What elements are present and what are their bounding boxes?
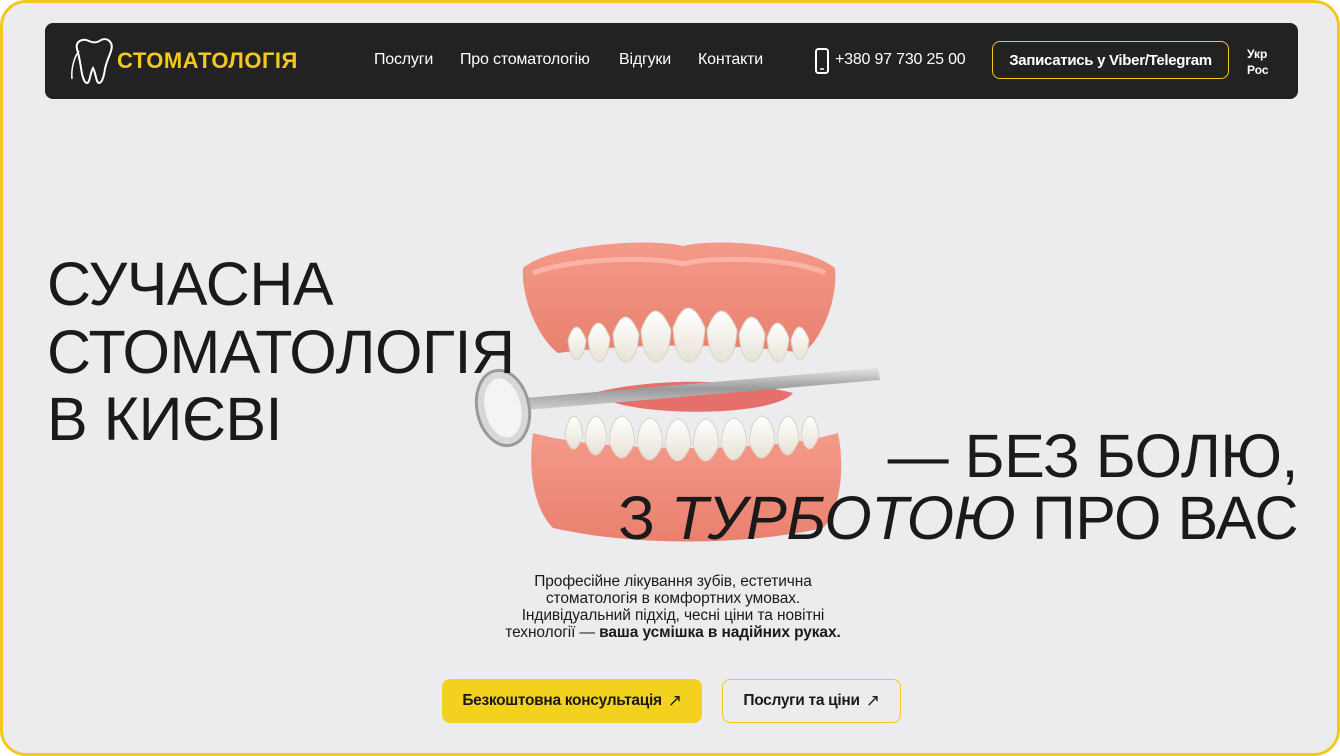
book-viber-telegram-button[interactable]: Записатись у Viber/Telegram <box>992 41 1229 79</box>
header-nav: СТОМАТОЛОГІЯ Послуги Про стоматологію Ві… <box>45 23 1298 99</box>
description-line: стоматологія в комфортних умовах. <box>545 590 801 608</box>
description-last-bold: ваша усмішка в надійних руках. <box>599 624 841 642</box>
arrow-up-right-icon: ↗ <box>667 691 682 710</box>
hero-title: СУЧАСНА СТОМАТОЛОГІЯ В КИЄВІ <box>47 250 515 454</box>
hero-subtitle-line-1: — БЕЗ БОЛЮ, <box>887 422 1299 490</box>
lang-ukr[interactable]: Укр <box>1247 47 1267 61</box>
logo-text[interactable]: СТОМАТОЛОГІЯ <box>117 48 298 74</box>
menu-item-reviews[interactable]: Відгуки <box>619 51 671 69</box>
arrow-up-right-icon: ↗ <box>865 691 880 710</box>
phone-link[interactable]: +380 97 730 25 00 <box>835 51 966 69</box>
phone-icon <box>815 48 829 79</box>
hero-title-line-1: СУЧАСНА <box>47 250 334 318</box>
page-frame: СТОМАТОЛОГІЯ Послуги Про стоматологію Ві… <box>0 0 1340 756</box>
hero-description: Професійне лікування зубів, естетична ст… <box>473 573 873 641</box>
subtitle-italic: ТУРБОТОЮ <box>670 484 1016 552</box>
description-line: Професійне лікування зубів, естетична <box>534 573 812 590</box>
menu-item-contacts[interactable]: Контакти <box>698 51 763 69</box>
description-line: технології — ваша усмішка в надійних рук… <box>473 624 873 641</box>
hero-subtitle-line-2: З ТУРБОТОЮ ПРО ВАС <box>618 484 1299 552</box>
subtitle-prefix: З <box>618 484 671 552</box>
menu-item-about[interactable]: Про стоматологію <box>460 51 590 69</box>
description-last-prefix: технології — <box>505 624 600 642</box>
hero-title-line-3: В КИЄВІ <box>47 385 282 454</box>
hero-title-line-2: СТОМАТОЛОГІЯ <box>47 317 515 386</box>
free-consultation-button[interactable]: Безкоштовна консультація ↗ <box>442 679 702 723</box>
services-prices-label: Послуги та ціни <box>743 692 860 709</box>
description-line: Індивідуальний підхід, чесні ціни та нов… <box>521 607 825 625</box>
menu-item-services[interactable]: Послуги <box>374 51 433 69</box>
services-prices-button[interactable]: Послуги та ціни ↗ <box>722 679 901 723</box>
subtitle-suffix: ПРО ВАС <box>1015 484 1299 552</box>
free-consultation-label: Безкоштовна консультація <box>462 692 662 709</box>
lang-ros[interactable]: Рос <box>1247 63 1269 77</box>
tooth-logo-icon[interactable] <box>69 35 117 92</box>
